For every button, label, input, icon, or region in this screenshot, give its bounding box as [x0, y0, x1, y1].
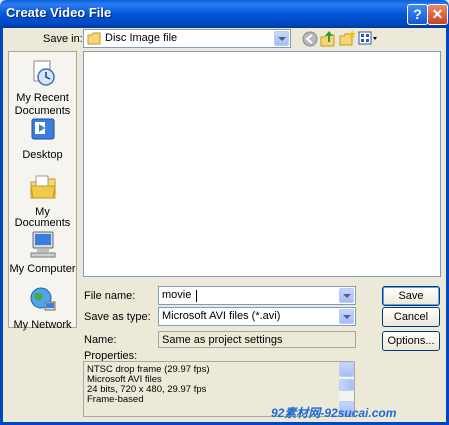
my-network-icon	[30, 287, 55, 311]
folder-icon	[87, 32, 101, 45]
save-in-label: Save in:	[43, 33, 83, 45]
scroll-thumb[interactable]	[339, 379, 354, 391]
place-my-recent-documents[interactable]: My Recent Documents	[9, 58, 76, 117]
text-cursor	[196, 290, 197, 302]
place-label: My Computer	[9, 263, 76, 275]
place-label: Desktop	[22, 149, 63, 161]
help-icon: ?	[413, 6, 422, 22]
chevron-down-icon[interactable]	[339, 309, 354, 324]
name-label: Name:	[84, 334, 117, 346]
place-label: My Recent	[16, 92, 69, 104]
place-label: My Documents	[14, 206, 71, 229]
place-my-computer[interactable]: My Computer	[9, 229, 76, 275]
views-menu-icon[interactable]	[358, 31, 378, 46]
chevron-down-icon[interactable]	[339, 288, 354, 303]
name-value: Same as project settings	[162, 334, 283, 346]
file-list[interactable]	[83, 51, 441, 277]
place-label: My Network	[13, 319, 72, 331]
places-bar: My Recent Documents Desktop My Documents…	[8, 51, 77, 331]
chevron-down-icon[interactable]	[274, 31, 289, 46]
back-icon[interactable]	[302, 31, 318, 47]
save-in-dropdown[interactable]: Disc Image file	[83, 29, 291, 48]
place-desktop[interactable]: Desktop	[9, 115, 76, 161]
place-my-documents[interactable]: My Documents	[9, 172, 76, 229]
name-field: Same as project settings	[158, 331, 356, 348]
my-computer-icon	[30, 231, 55, 258]
title-bar[interactable]: Create Video File ? ✕	[0, 0, 449, 28]
help-button[interactable]: ?	[407, 4, 428, 25]
recent-documents-icon	[33, 60, 55, 86]
save-button[interactable]: Save	[382, 286, 440, 306]
save-as-type-label: Save as type:	[84, 311, 151, 323]
close-icon: ✕	[431, 6, 444, 22]
save-as-type-value: Microsoft AVI files (*.avi)	[162, 310, 281, 322]
up-folder-icon[interactable]	[320, 30, 336, 47]
scroll-up-button[interactable]	[339, 362, 354, 377]
watermark: 92素材网-92sucai.com	[271, 406, 397, 420]
file-name-value: movie	[162, 289, 192, 301]
file-name-field[interactable]: movie	[158, 286, 356, 305]
my-documents-icon	[29, 175, 56, 199]
place-my-network[interactable]: My Network	[9, 285, 76, 331]
new-folder-icon[interactable]	[339, 30, 356, 47]
options-button[interactable]: Options...	[382, 331, 440, 351]
file-name-label: File name:	[84, 290, 136, 302]
desktop-icon	[31, 118, 54, 140]
save-in-value: Disc Image file	[105, 32, 178, 44]
cancel-button[interactable]: Cancel	[382, 307, 440, 327]
save-as-type-dropdown[interactable]: Microsoft AVI files (*.avi)	[158, 307, 356, 326]
window-title: Create Video File	[6, 5, 112, 20]
close-button[interactable]: ✕	[427, 4, 448, 25]
